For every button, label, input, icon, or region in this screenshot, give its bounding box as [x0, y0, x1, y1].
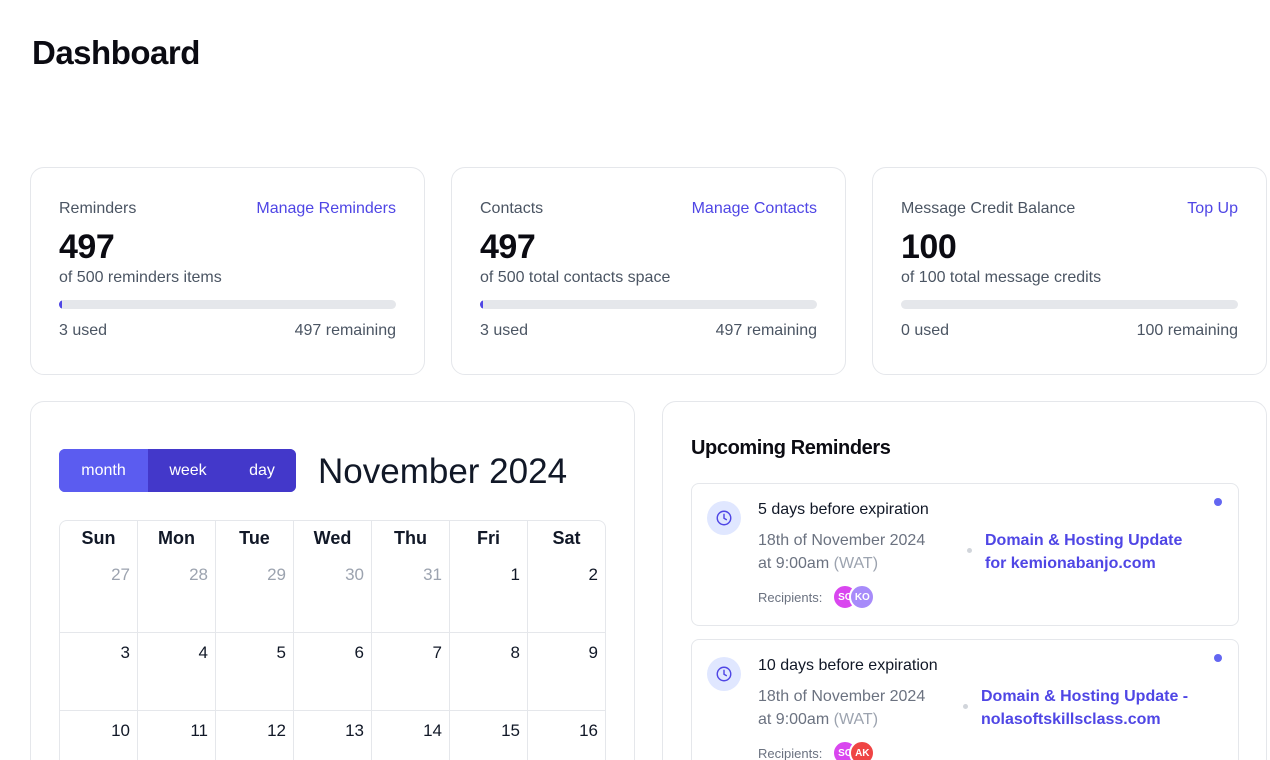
calendar-title: November 2024	[318, 452, 568, 491]
remaining-count: 100 remaining	[1136, 322, 1238, 339]
reminder-subject-link[interactable]: Domain & Hosting Update for kemionabanjo…	[985, 529, 1182, 575]
used-count: 3 used	[480, 322, 529, 339]
subject-line: Domain & Hosting Update -	[981, 688, 1189, 705]
used-count: 0 used	[901, 322, 950, 339]
used-count: 3 used	[59, 322, 108, 339]
unread-indicator	[1214, 498, 1222, 506]
recipients-label: Recipients:	[758, 745, 823, 760]
subject-line: nolasoftskillsclass.com	[981, 711, 1161, 728]
card-label: Reminders	[59, 200, 137, 217]
calendar-day-cell[interactable]: 16	[527, 711, 605, 760]
manage-contacts-link[interactable]: Manage Contacts	[692, 200, 817, 218]
calendar-week-row: 27 28 29 30 31 1 2	[60, 555, 605, 632]
card-label: Contacts	[480, 200, 544, 217]
calendar-day-cell[interactable]: 15	[449, 711, 527, 760]
calendar-day-cell[interactable]: 1	[449, 555, 527, 632]
weekday-label: Mon	[137, 521, 215, 555]
unread-indicator	[1214, 654, 1222, 662]
calendar-day-cell[interactable]: 9	[527, 633, 605, 710]
clock-icon	[707, 657, 741, 691]
calendar-day-cell[interactable]: 27	[60, 555, 137, 632]
manage-reminders-link[interactable]: Manage Reminders	[256, 200, 396, 218]
page-title: Dashboard	[32, 34, 200, 71]
weekday-label: Tue	[215, 521, 293, 555]
calendar-day-cell[interactable]: 5	[215, 633, 293, 710]
calendar-day-cell[interactable]: 29	[215, 555, 293, 632]
avatar[interactable]: AK	[849, 740, 876, 760]
weekday-label: Thu	[371, 521, 449, 555]
weekday-label: Sat	[527, 521, 605, 555]
recipients: Recipients: SO KO	[758, 584, 876, 610]
card-subtitle: of 500 total contacts space	[480, 269, 671, 286]
view-day-button[interactable]: day	[228, 449, 296, 492]
clock-icon	[707, 501, 741, 535]
usage-progress-bar	[59, 300, 396, 309]
calendar-day-cell[interactable]: 30	[293, 555, 371, 632]
reminder-time: at 9:00am	[758, 711, 830, 728]
card-subtitle: of 100 total message credits	[901, 269, 1102, 286]
subject-line: Domain & Hosting Update	[985, 532, 1183, 549]
weekday-header: Sun Mon Tue Wed Thu Fri Sat	[60, 521, 605, 555]
reminder-item[interactable]: 5 days before expiration 18th of Novembe…	[691, 483, 1239, 626]
calendar-card: month week day November 2024 Sun Mon Tue We…	[30, 401, 635, 760]
card-label: Message Credit Balance	[901, 200, 1076, 217]
contacts-card: Contacts Manage Contacts 497 of 500 tota…	[451, 167, 846, 375]
usage-progress-bar	[480, 300, 817, 309]
calendar-day-cell[interactable]: 31	[371, 555, 449, 632]
timezone: (WAT)	[833, 555, 879, 572]
subject-line: for kemionabanjo.com	[985, 555, 1156, 572]
calendar-view-toggle: month week day	[59, 449, 296, 492]
top-up-link[interactable]: Top Up	[1187, 200, 1238, 218]
calendar-day-cell[interactable]: 7	[371, 633, 449, 710]
card-subtitle: of 500 reminders items	[59, 269, 222, 286]
reminder-title: 5 days before expiration	[758, 501, 929, 518]
reminder-time: at 9:00am	[758, 555, 830, 572]
timezone: (WAT)	[833, 711, 879, 728]
reminder-subject-link[interactable]: Domain & Hosting Update - nolasoftskills…	[981, 685, 1188, 731]
recipients: Recipients: SO AK	[758, 740, 876, 760]
upcoming-reminders-card: Upcoming Reminders 5 days before expirat…	[662, 401, 1267, 760]
weekday-label: Sun	[81, 527, 116, 548]
reminder-title: 10 days before expiration	[758, 657, 938, 674]
usage-progress-fill	[480, 300, 483, 309]
calendar-grid: Sun Mon Tue Wed Thu Fri Sat 27 28 29 30 31 1 2 3 4 5 6 7 8…	[59, 520, 606, 760]
message-credit-card: Message Credit Balance Top Up 100 of 100…	[872, 167, 1267, 375]
calendar-day-cell[interactable]: 3	[60, 633, 137, 710]
card-value: 497	[59, 228, 115, 266]
avatar[interactable]: KO	[849, 584, 876, 610]
calendar-day-cell[interactable]: 28	[137, 555, 215, 632]
usage-progress-fill	[59, 300, 62, 309]
reminder-date: 18th of November 2024 at 9:00am (WAT)	[758, 685, 925, 731]
calendar-day-cell[interactable]: 12	[215, 711, 293, 760]
separator-dot	[967, 548, 972, 553]
calendar-week-row: 3456789	[60, 632, 605, 710]
reminder-date-line: 18th of November 2024	[758, 532, 926, 549]
card-value: 100	[901, 228, 957, 266]
reminder-item[interactable]: 10 days before expiration 18th of Novemb…	[691, 639, 1239, 760]
reminder-date-line: 18th of November 2024	[758, 688, 926, 705]
calendar-day-cell[interactable]: 8	[449, 633, 527, 710]
weekday-label: Wed	[293, 521, 371, 555]
separator-dot	[963, 704, 968, 709]
calendar-day-cell[interactable]: 14	[371, 711, 449, 760]
reminder-date: 18th of November 2024 at 9:00am (WAT)	[758, 529, 925, 575]
view-month-button[interactable]: month	[59, 449, 148, 492]
calendar-day-cell[interactable]: 10	[60, 711, 137, 760]
upcoming-reminders-title: Upcoming Reminders	[691, 437, 891, 459]
calendar-day-cell[interactable]: 2	[527, 555, 605, 632]
calendar-day-cell[interactable]: 13	[293, 711, 371, 760]
remaining-count: 497 remaining	[294, 322, 396, 339]
recipients-label: Recipients:	[758, 589, 823, 605]
weekday-label: Fri	[449, 521, 527, 555]
reminders-card: Reminders Manage Reminders 497 of 500 re…	[30, 167, 425, 375]
calendar-day-cell[interactable]: 4	[137, 633, 215, 710]
calendar-day-cell[interactable]: 11	[137, 711, 215, 760]
card-value: 497	[480, 228, 536, 266]
calendar-week-row: 10 11 12 13 14 15 16	[60, 710, 605, 760]
calendar-day-cell[interactable]: 6	[293, 633, 371, 710]
remaining-count: 497 remaining	[715, 322, 817, 339]
view-week-button[interactable]: week	[148, 449, 228, 492]
usage-progress-bar	[901, 300, 1238, 309]
